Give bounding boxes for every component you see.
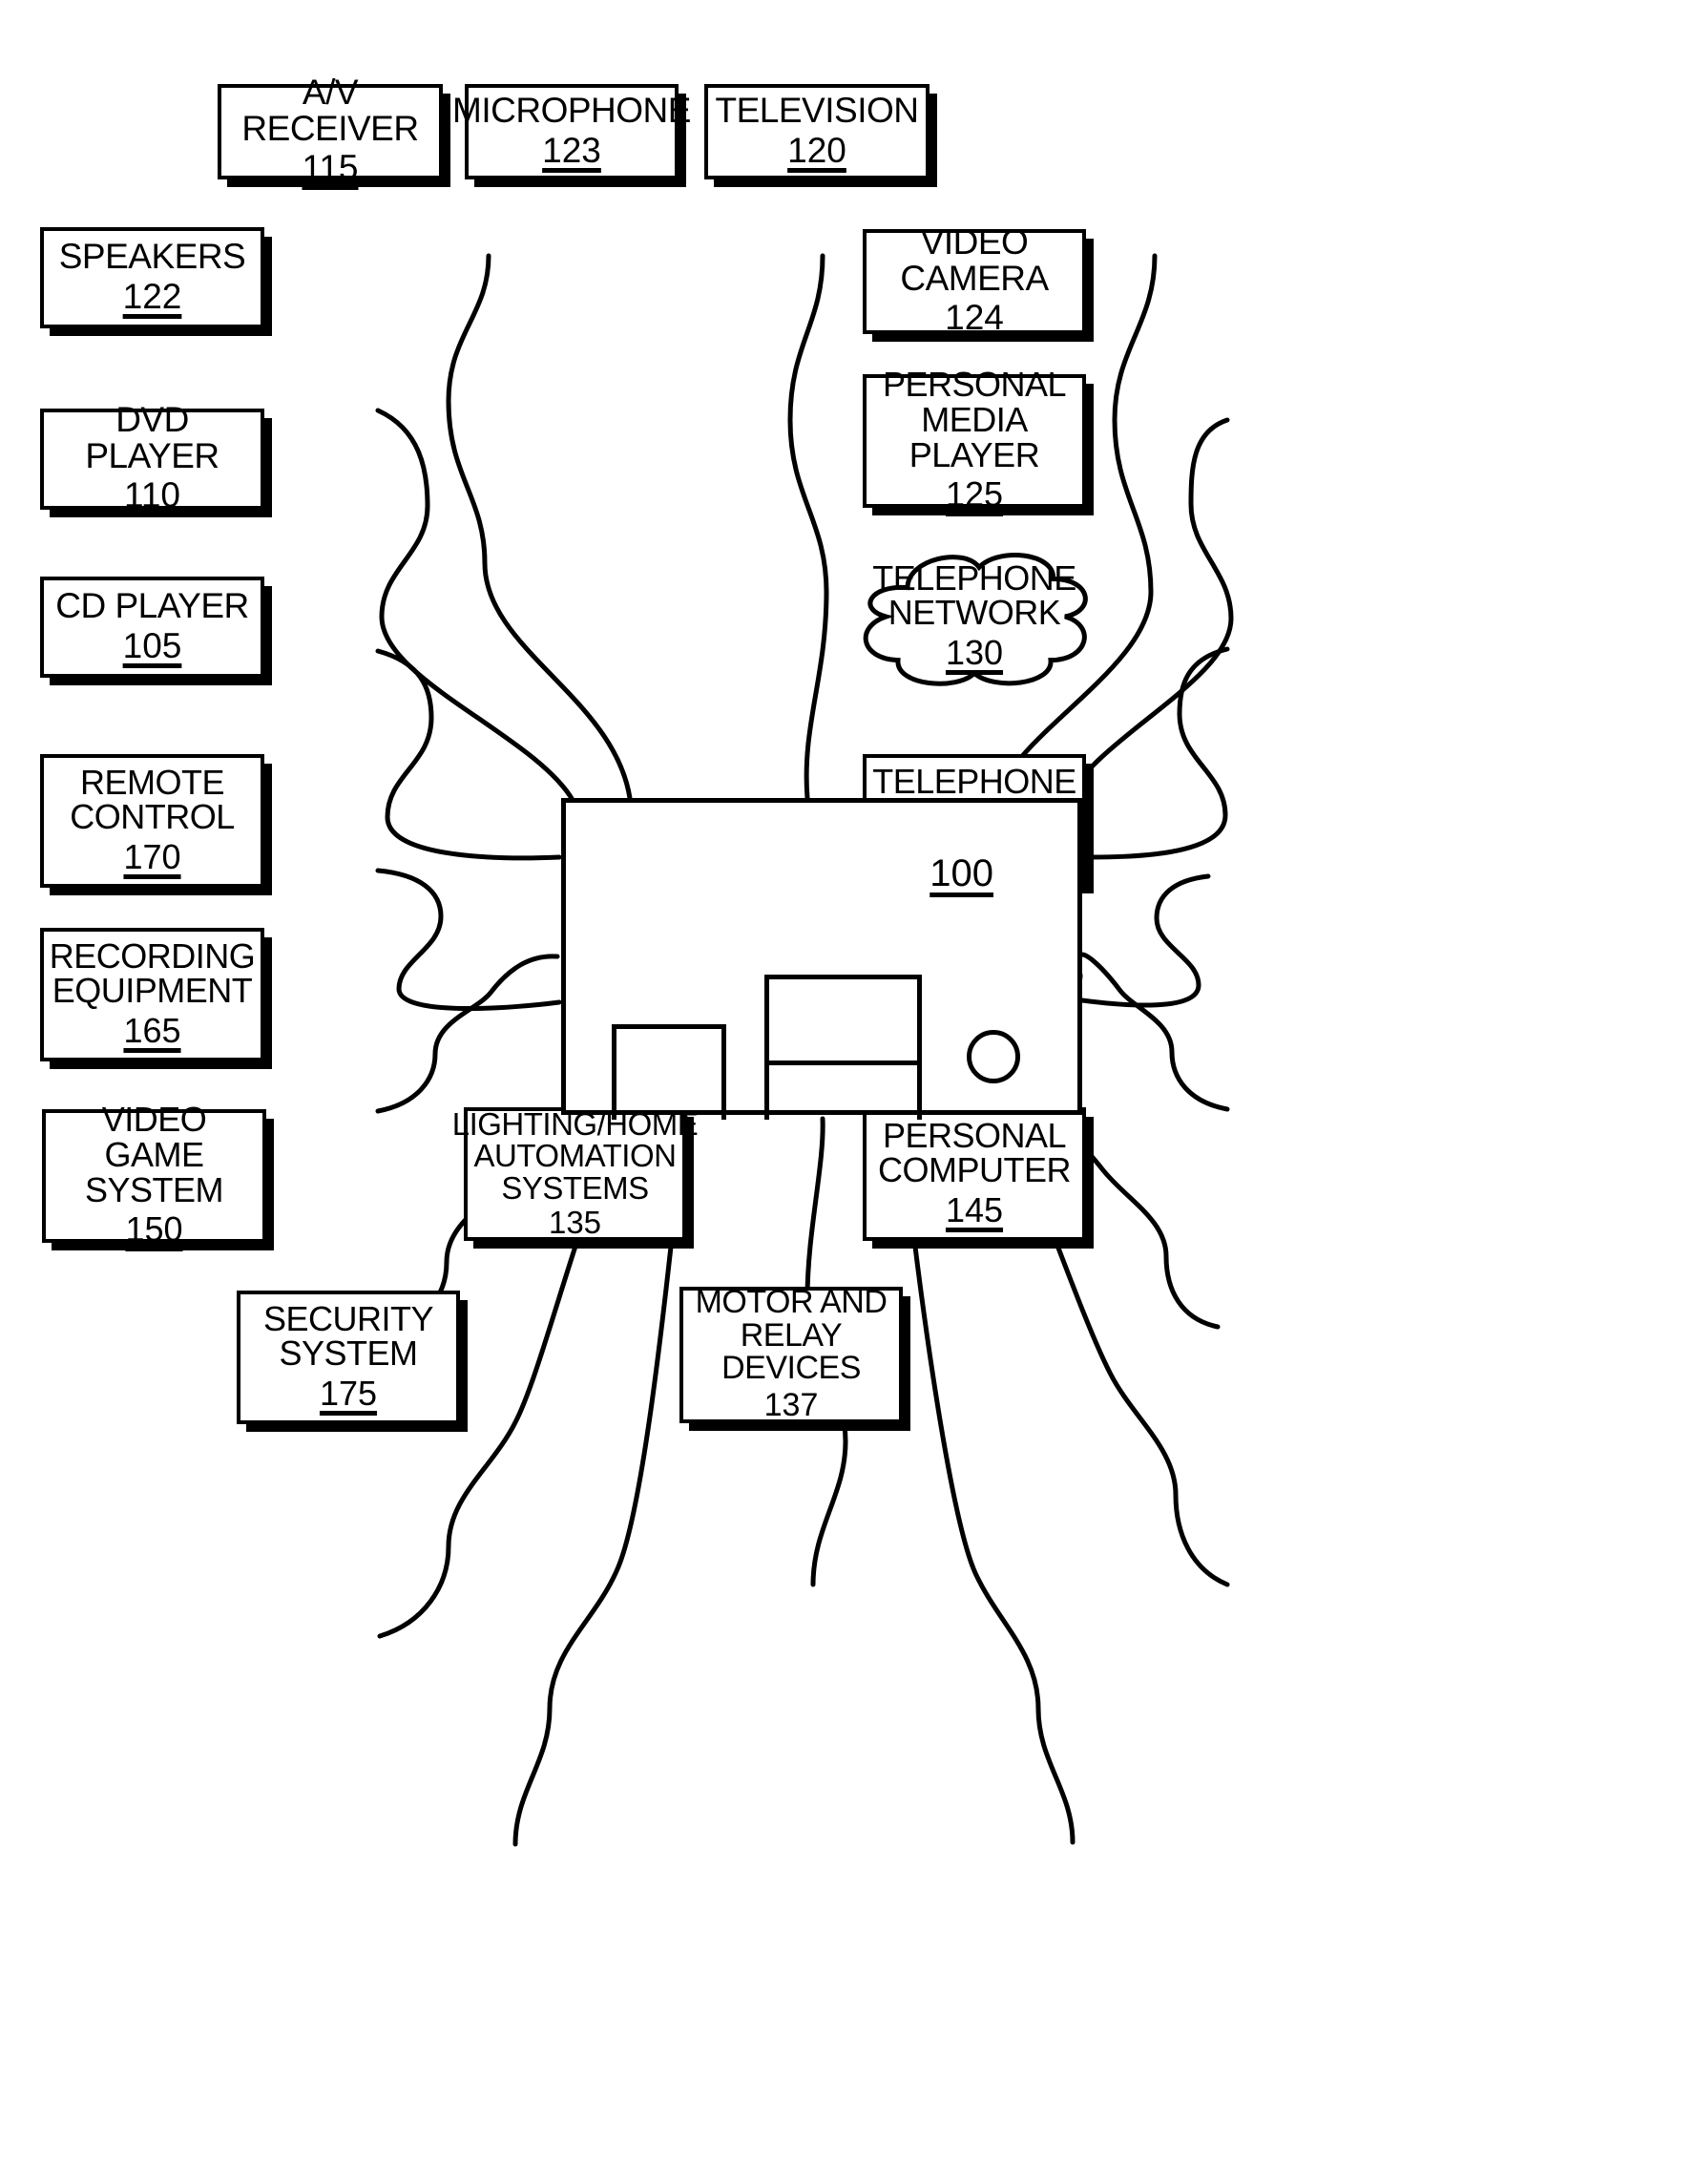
node-label-recording-equipment: RECORDING EQUIPMENT (49, 935, 256, 1011)
cloud-label-telephone-network: TELEPHONE NETWORK (872, 557, 1076, 633)
node-label-personal-computer: PERSONAL COMPUTER (878, 1115, 1072, 1190)
node-reference-security-system: 175 (319, 1374, 378, 1414)
wire-av-receiver (446, 253, 633, 801)
wire-television (995, 253, 1158, 801)
node-microphone[interactable]: MICROPHONE 123 (452, 84, 691, 179)
node-dvd-player[interactable]: DVD PLAYER 110 (40, 402, 264, 514)
node-label-video-game-system: VIDEO GAME SYSTEM (84, 1100, 224, 1209)
node-speakers[interactable]: SPEAKERS 122 (40, 227, 264, 328)
node-cd-player[interactable]: CD PLAYER 105 (40, 577, 264, 678)
node-reference-personal-media-player: 125 (945, 474, 1004, 514)
cloud-text-telephone-network: TELEPHONE NETWORK 130 (855, 544, 1094, 689)
hub-slot-divider (764, 1060, 922, 1065)
node-reference-speakers: 122 (122, 276, 182, 316)
hub-reference-number: 100 (930, 852, 993, 894)
patent-figure-canvas: 100 A/V RECEIVER 115 MICROPHONE 123 TELEVISI… (0, 0, 1692, 2184)
node-reference-personal-computer: 145 (945, 1190, 1004, 1230)
hub-large-slot (764, 975, 922, 1120)
wire-speakers (375, 408, 575, 803)
node-recording-equipment[interactable]: RECORDING EQUIPMENT 165 (40, 928, 264, 1061)
wire-telephone-network (1079, 873, 1211, 1008)
node-label-av-receiver: A/V RECEIVER (241, 73, 419, 148)
node-label-speakers: SPEAKERS (58, 236, 246, 276)
wire-dvd-player (375, 648, 562, 861)
node-remote-control[interactable]: REMOTE CONTROL 170 (40, 754, 264, 888)
node-label-motor-relay-devices: MOTOR AND RELAY DEVICES (695, 1283, 888, 1387)
node-motor-relay-devices[interactable]: MOTOR AND RELAY DEVICES 137 (679, 1283, 903, 1423)
node-label-remote-control: REMOTE CONTROL (70, 762, 235, 837)
node-label-personal-media-player: PERSONAL MEDIA PLAYER (882, 365, 1067, 474)
wire-cd-player (375, 868, 562, 1012)
node-reference-television: 120 (787, 130, 846, 170)
node-video-camera[interactable]: VIDEO CAMERA 124 (863, 224, 1086, 337)
node-label-lighting-home-automation: LIGHTING/HOME AUTOMATION SYSTEMS (451, 1105, 699, 1206)
node-label-video-camera: VIDEO CAMERA (900, 222, 1049, 298)
node-av-receiver[interactable]: A/V RECEIVER 115 (218, 74, 443, 187)
node-reference-cd-player: 105 (122, 625, 182, 665)
node-text-lighting-home-automation: LIGHTING/HOME AUTOMATION SYSTEMS 135 (449, 1105, 702, 1241)
node-reference-microphone: 123 (542, 130, 601, 170)
node-reference-video-camera: 124 (945, 298, 1004, 338)
node-personal-computer[interactable]: PERSONAL COMPUTER 145 (863, 1107, 1086, 1241)
node-personal-media-player[interactable]: PERSONAL MEDIA PLAYER 125 (863, 367, 1086, 514)
node-label-microphone: MICROPHONE (452, 90, 691, 130)
node-lighting-home-automation[interactable]: LIGHTING/HOME AUTOMATION SYSTEMS 135 (452, 1107, 699, 1241)
cloud-reference-telephone-network: 130 (945, 633, 1004, 673)
node-reference-dvd-player: 110 (124, 475, 180, 515)
wire-personal-media-player (1079, 646, 1230, 860)
node-label-television: TELEVISION (715, 90, 919, 130)
wire-remote-control (375, 954, 560, 1114)
cloud-telephone-network[interactable]: TELEPHONE NETWORK 130 (855, 544, 1094, 689)
node-reference-motor-relay-devices: 137 (763, 1386, 819, 1423)
node-television[interactable]: TELEVISION 120 (704, 84, 930, 179)
node-reference-video-game-system: 150 (125, 1209, 183, 1250)
node-reference-lighting-home-automation: 135 (548, 1204, 602, 1240)
central-media-hub-device[interactable]: 100 (561, 798, 1082, 1120)
node-video-game-system[interactable]: VIDEO GAME SYSTEM 150 (42, 1102, 266, 1249)
hub-knob-icon[interactable] (967, 1030, 1020, 1083)
node-reference-recording-equipment: 165 (123, 1011, 181, 1051)
node-label-cd-player: CD PLAYER (55, 585, 249, 625)
wire-telephone-handsets (1079, 952, 1230, 1112)
node-security-system[interactable]: SECURITY SYSTEM 175 (237, 1291, 460, 1424)
node-label-security-system: SECURITY SYSTEM (262, 1298, 434, 1374)
hub-small-slot (612, 1024, 726, 1120)
node-reference-av-receiver: 115 (302, 148, 359, 188)
node-reference-remote-control: 170 (123, 837, 181, 877)
node-label-dvd-player: DVD PLAYER (85, 400, 219, 475)
wire-microphone (787, 253, 829, 801)
